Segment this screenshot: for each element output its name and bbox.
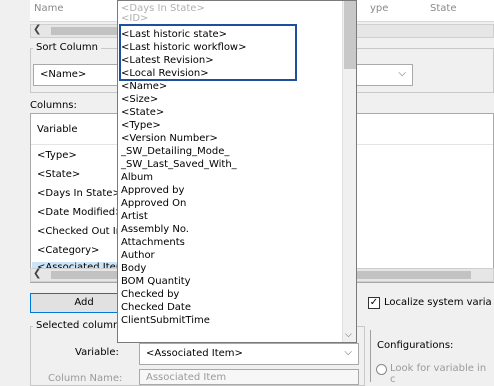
dropdown-item[interactable]: <Last historic workflow> [121, 42, 247, 53]
divider [370, 330, 371, 382]
dropdown-item[interactable]: _SW_Detailing_Mode_ [121, 146, 229, 157]
columns-label: Columns: [30, 100, 77, 111]
configurations-label: Configurations: [377, 340, 454, 351]
columns-header-variable[interactable]: Variable [37, 124, 78, 135]
variable-dropdown-list[interactable]: <Days In State> <ID> <Last historic stat… [117, 0, 357, 343]
variable-combo[interactable]: <Associated Item> ⌵ [139, 343, 359, 365]
dropdown-item[interactable]: Body [121, 263, 146, 274]
dropdown-scroll-thumb[interactable] [344, 1, 356, 69]
dropdown-item[interactable]: Checked Date [121, 302, 191, 313]
scroll-left-icon[interactable]: ❮ [33, 268, 41, 279]
dropdown-item[interactable]: Assembly No. [121, 224, 189, 235]
dropdown-item[interactable]: Album [121, 172, 153, 183]
list-item[interactable]: <Days In State> [37, 188, 121, 199]
column-name-field[interactable]: Associated Item [139, 369, 359, 385]
dropdown-item[interactable]: Approved by [121, 185, 184, 196]
dropdown-item[interactable]: <State> [121, 107, 164, 118]
dropdown-item[interactable]: <Local Revision> [121, 68, 209, 79]
list-item[interactable]: <Date Modified> [37, 207, 124, 218]
dropdown-scrollbar[interactable]: ⌵ [342, 1, 356, 342]
dropdown-item[interactable]: <Type> [121, 120, 161, 131]
dropdown-item[interactable]: Approved On [121, 198, 186, 209]
scroll-left-icon[interactable]: ❮ [33, 24, 41, 35]
dropdown-item[interactable]: ClientSubmitTime [121, 315, 210, 326]
column-name-label: Column Name: [48, 373, 123, 384]
chevron-down-icon[interactable]: ⌵ [344, 347, 352, 358]
header-type[interactable]: ype [370, 3, 388, 14]
sort-column-label: Sort Column [33, 42, 101, 53]
list-item[interactable]: <State> [37, 169, 80, 180]
dropdown-item[interactable]: _SW_Last_Saved_With_ [121, 159, 237, 170]
dropdown-item[interactable]: <Version Number> [121, 133, 218, 144]
look-for-variable-radio[interactable] [376, 364, 387, 375]
dropdown-item[interactable]: Attachments [121, 237, 185, 248]
localize-checkbox[interactable]: ✓ [368, 297, 380, 309]
localize-label: Localize system varia [384, 297, 492, 308]
dropdown-item[interactable]: <Last historic state> [121, 29, 227, 40]
list-item[interactable]: <Type> [37, 150, 77, 161]
dropdown-item[interactable]: Artist [121, 211, 148, 222]
dropdown-item[interactable]: Checked by [121, 289, 179, 300]
selected-column-label: Selected column [33, 320, 123, 331]
dropdown-ghost-item: <ID> [121, 13, 149, 24]
dropdown-item[interactable]: <Latest Revision> [121, 55, 214, 66]
sort-column-value: <Name> [40, 69, 87, 80]
scroll-down-icon[interactable]: ⌵ [345, 330, 352, 340]
dropdown-item[interactable]: Author [121, 250, 155, 261]
variable-label: Variable: [75, 347, 119, 358]
column-name-value: Associated Item [146, 372, 227, 383]
header-state[interactable]: State [430, 3, 456, 14]
chevron-down-icon[interactable]: ⌵ [398, 68, 406, 79]
header-name[interactable]: Name [34, 3, 64, 14]
list-item[interactable]: <Category> [37, 245, 99, 256]
dropdown-item[interactable]: <Name> [121, 81, 167, 92]
dropdown-item[interactable]: <Size> [121, 94, 158, 105]
variable-value: <Associated Item> [146, 348, 243, 359]
dropdown-item[interactable]: BOM Quantity [121, 276, 191, 287]
